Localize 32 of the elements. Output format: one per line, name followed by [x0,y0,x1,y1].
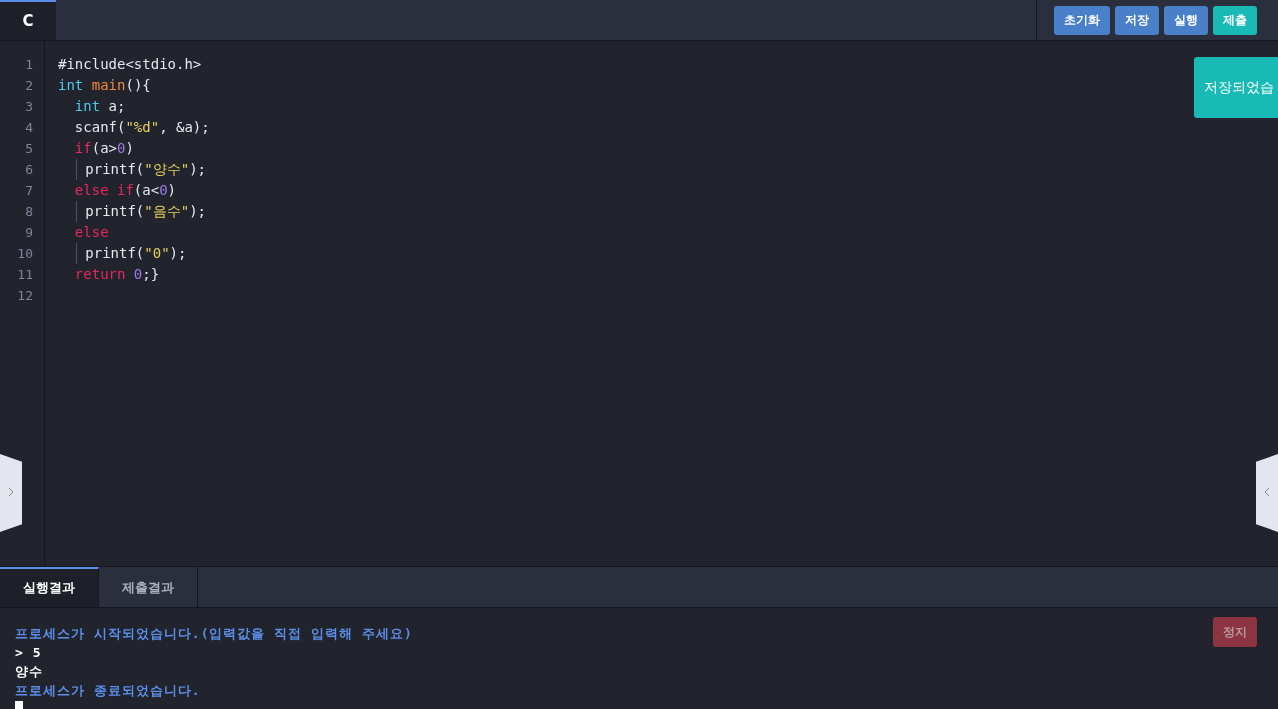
expand-right-handle[interactable] [1256,454,1278,532]
chevron-left-icon [1264,487,1270,497]
line-number: 12 [17,287,34,305]
toolbar-button[interactable]: 제출 [1213,5,1257,35]
indent-guide [75,201,77,222]
indent-guide [75,159,77,180]
toast-notification: 저장되었습 [1194,57,1278,118]
toolbar-button[interactable]: 실행 [1164,5,1208,35]
line-number: 10 [17,245,34,263]
line-number: 1 [25,56,34,74]
console-line: 프로세스가 종료되었습니다. [15,682,201,700]
line-number: 11 [17,266,34,284]
toolbar-button[interactable]: 저장 [1115,5,1159,35]
cursor-block [15,701,23,709]
code-editor[interactable]: #include<stdio.h> int main(){ int a; scanf("%d", &a); if(a>0) printf("양수"); else if(a<0) printf("음수"); else printf("0"); return 0;} [45,41,210,566]
console-line: 양수 [15,663,43,681]
line-number: 7 [25,182,34,200]
line-number: 3 [25,98,34,116]
language-tab[interactable]: C [0,0,56,40]
indent-guide [75,243,77,264]
console-line: > 5 [15,644,42,662]
line-number: 2 [25,77,34,95]
toolbar-button[interactable]: 초기화 [1054,5,1110,35]
result-tab[interactable]: 실행결과 [0,567,99,607]
console-line: 프로세스가 시작되었습니다.(입력값을 직접 입력해 주세요) [15,625,413,643]
line-number: 8 [25,203,34,221]
line-number: 9 [25,224,34,242]
line-number: 6 [25,161,34,179]
line-number: 5 [25,140,34,158]
line-number: 4 [25,119,34,137]
expand-left-handle[interactable] [0,454,22,532]
chevron-right-icon [8,487,14,497]
